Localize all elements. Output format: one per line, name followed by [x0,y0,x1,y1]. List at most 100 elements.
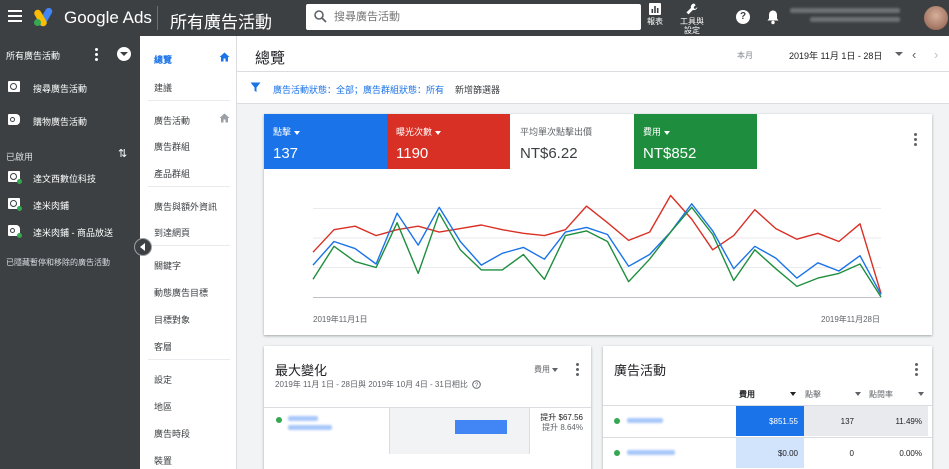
page-menu-item[interactable]: 裝置 [140,445,236,469]
help-icon[interactable]: ? [472,380,481,389]
reports-label: 報表 [647,17,663,26]
page-menu-item-overview[interactable]: 總覽 [140,44,236,70]
collapse-sidebar-button[interactable] [134,238,152,256]
filter-icon[interactable] [250,82,261,93]
column-header-ctr[interactable]: 點閱率 [869,389,893,400]
page-menu-item[interactable]: 廣告活動 [140,105,236,131]
page-menu-label: 廣告活動 [154,116,191,126]
metric-value: NT$852 [643,145,697,162]
metric-tile-cost[interactable]: 費用 NT$852 [634,114,757,169]
metric-value: NT$6.22 [520,145,578,162]
status-dot [614,418,620,424]
sidebar-item-campaign[interactable]: 達米肉鋪 - 商品放送 [0,219,140,243]
page-menu-item[interactable]: 客層 [140,331,236,357]
sidebar-item-label: 購物廣告活動 [33,117,88,127]
metric-tile-avg-cpc[interactable]: 平均單次點擊出價 NT$6.22 [511,114,634,169]
card-title: 最大變化 [275,363,328,378]
metric-selector[interactable]: 費用 [534,364,558,375]
page-menu-item[interactable]: 建議 [140,72,236,98]
search-input[interactable] [334,8,629,26]
metric-tile-impressions[interactable]: 曝光次數 1190 [387,114,510,169]
page-menu-label: 建議 [154,83,173,93]
page-menu-item[interactable]: 設定 [140,364,236,390]
sidebar-item-shopping-campaigns[interactable]: 購物廣告活動 [0,108,140,132]
campaign-sidebar: 所有廣告活動 搜尋廣告活動 購物廣告活動 已啟用 ⇅ 達文西數位科技 達米肉鋪 … [0,36,140,469]
page-menu-label: 到達網頁 [154,228,191,238]
sidebar-item-campaign[interactable]: 達文西數位科技 [0,165,140,189]
enabled-section-label: 已啟用 [6,152,34,162]
column-dropdown-icon[interactable] [853,389,861,398]
topbar-divider [157,6,158,30]
page-heading: 所有廣告活動 [170,13,272,32]
change-row[interactable]: 提升 $67.56 提升 8.64% [264,407,591,454]
metric-name: 平均單次點擊出價 [520,127,593,137]
sort-icon[interactable]: ⇅ [118,147,127,160]
dropdown-icon [552,367,558,372]
sidebar-item-campaign[interactable]: 達米肉鋪 [0,192,140,216]
date-dropdown-icon[interactable] [895,52,903,56]
ctr-cell: 11.49% [860,406,928,436]
page-menu-item[interactable]: 目標對象 [140,304,236,330]
column-dropdown-icon[interactable] [916,389,924,398]
table-row[interactable]: $0.00 0 0.00% [603,437,932,468]
table-row[interactable]: $851.55 137 11.49% [603,405,932,436]
page-menu-item[interactable]: 到達網頁 [140,217,236,243]
page-menu-item[interactable]: 產品群組 [140,158,236,184]
sidebar-title[interactable]: 所有廣告活動 [6,49,60,62]
metric-tile-clicks[interactable]: 點擊 137 [264,114,387,169]
more-options-icon[interactable] [576,363,579,378]
sidebar-item-label: 搜尋廣告活動 [33,84,88,94]
page-menu: 總覽 建議 廣告活動 廣告群組 產品群組 廣告與額外資訊 到達網頁 關鍵字 動態… [140,36,237,469]
main-header: 總覽 本月 2019年 11月 1日 - 28日 ‹ › [237,36,949,72]
series-line-0 [312,194,882,294]
sidebar-item-label: 達米肉鋪 [33,201,70,211]
more-options-icon[interactable] [95,48,98,63]
account-info-redacted[interactable] [790,8,910,28]
more-options-icon[interactable] [915,363,918,378]
sidebar-item-search-campaigns[interactable]: 搜尋廣告活動 [0,75,140,99]
change-bar [455,420,507,434]
google-ads-logo [34,7,53,27]
page-menu-label: 廣告與額外資訊 [154,202,218,212]
page-menu-label: 裝置 [154,456,173,466]
page-menu-item[interactable]: 廣告群組 [140,131,236,157]
page-menu-item[interactable]: 廣告時段 [140,418,236,444]
hidden-campaigns-note[interactable]: 已隱藏暫停和移除的廣告活動 [6,257,110,268]
page-menu-label: 廣告群組 [154,142,191,152]
active-filter-chip[interactable]: 廣告活動狀態：全部；廣告群組狀態：所有 [273,83,444,96]
page-menu-divider [148,186,230,187]
column-header-cost[interactable]: 費用 [739,389,755,400]
more-options-icon[interactable] [914,133,917,148]
avatar[interactable] [924,6,948,30]
page-menu-item[interactable]: 動態廣告目標 [140,277,236,303]
page-menu-item[interactable]: 關鍵字 [140,250,236,276]
tools-label-2: 設定 [684,26,700,35]
clicks-cell: 137 [804,406,860,436]
campaign-name-redacted [627,418,663,427]
sidebar-header: 所有廣告活動 [0,36,140,72]
notifications-bell-icon[interactable] [766,9,780,25]
date-range-picker[interactable]: 2019年 11月 1日 - 28日 [789,49,882,62]
tools-settings-button[interactable]: 工具與 設定 [680,2,704,35]
metric-value: 1190 [396,145,429,162]
next-period-icon[interactable]: › [934,47,938,62]
biggest-changes-card: 最大變化 費用 2019年 11月 1日 - 28日與 2019年 10月 4日… [264,346,591,469]
status-dot [614,450,620,456]
sort-dropdown-icon[interactable] [788,389,796,398]
expand-caret-icon[interactable] [117,47,131,61]
previous-period-icon[interactable]: ‹ [912,47,916,62]
help-icon[interactable]: ? [736,10,750,24]
card-title: 廣告活動 [614,363,667,378]
add-filter-link[interactable]: 新增篩選器 [455,83,500,96]
clicks-cell: 0 [849,449,854,458]
page-menu-item[interactable]: 廣告與額外資訊 [140,191,236,217]
hamburger-menu-icon[interactable] [8,10,22,22]
search-box[interactable] [306,4,641,30]
reports-icon [649,3,661,15]
reports-button[interactable]: 報表 [647,2,663,26]
page-menu-item[interactable]: 地區 [140,391,236,417]
page-title: 總覽 [255,50,286,67]
column-header-clicks[interactable]: 點擊 [805,389,821,400]
ctr-cell: 0.00% [899,449,922,458]
series-line-2 [312,206,882,298]
